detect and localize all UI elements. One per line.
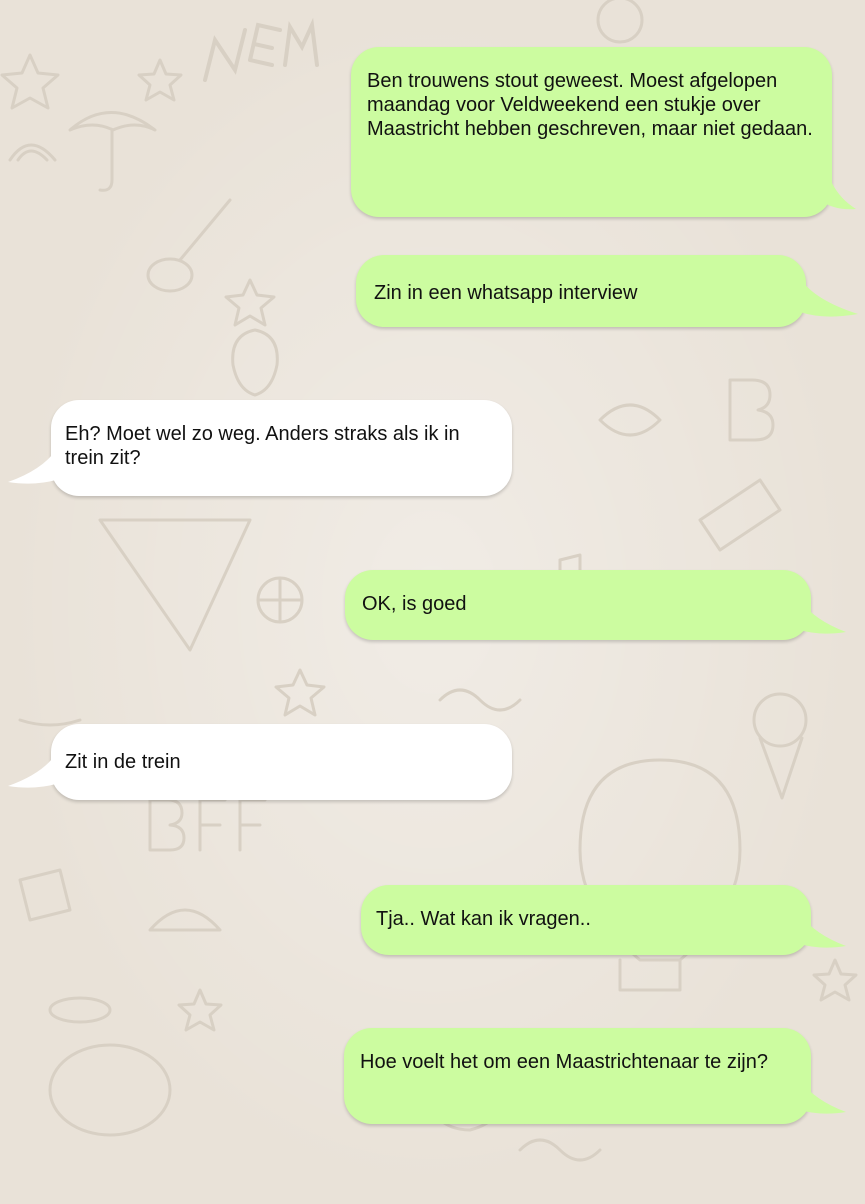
message-bubble-outgoing[interactable]: Hoe voelt het om een Maastrichtenaar te … [344,1028,811,1124]
message-bubble-incoming[interactable]: Eh? Moet wel zo weg. Anders straks als i… [51,400,512,496]
bubble-tail-outgoing [800,600,846,634]
message-text: Ben trouwens stout geweest. Moest afgelo… [367,70,813,140]
bubble-tail-incoming [8,754,56,788]
message-text: Eh? Moet wel zo weg. Anders straks als i… [65,423,460,469]
message-text: OK, is goed [362,593,467,615]
bubble-tail-incoming [8,450,56,484]
bubble-tail-outgoing [800,914,846,948]
message-bubble-outgoing[interactable]: Zin in een whatsapp interview [356,255,806,327]
message-bubble-outgoing[interactable]: Ben trouwens stout geweest. Moest afgelo… [351,47,832,217]
message-text: Hoe voelt het om een Maastrichtenaar te … [360,1051,768,1073]
bubble-tail-outgoing [800,278,858,317]
message-bubble-outgoing[interactable]: OK, is goed [345,570,811,640]
bubble-tail-outgoing [818,183,856,210]
message-bubble-incoming[interactable]: Zit in de trein [51,724,512,800]
message-text: Tja.. Wat kan ik vragen.. [376,908,591,930]
bubble-tail-outgoing [800,1080,846,1114]
message-bubble-outgoing[interactable]: Tja.. Wat kan ik vragen.. [361,885,811,955]
message-text: Zin in een whatsapp interview [374,282,638,304]
message-text: Zit in de trein [65,751,181,773]
